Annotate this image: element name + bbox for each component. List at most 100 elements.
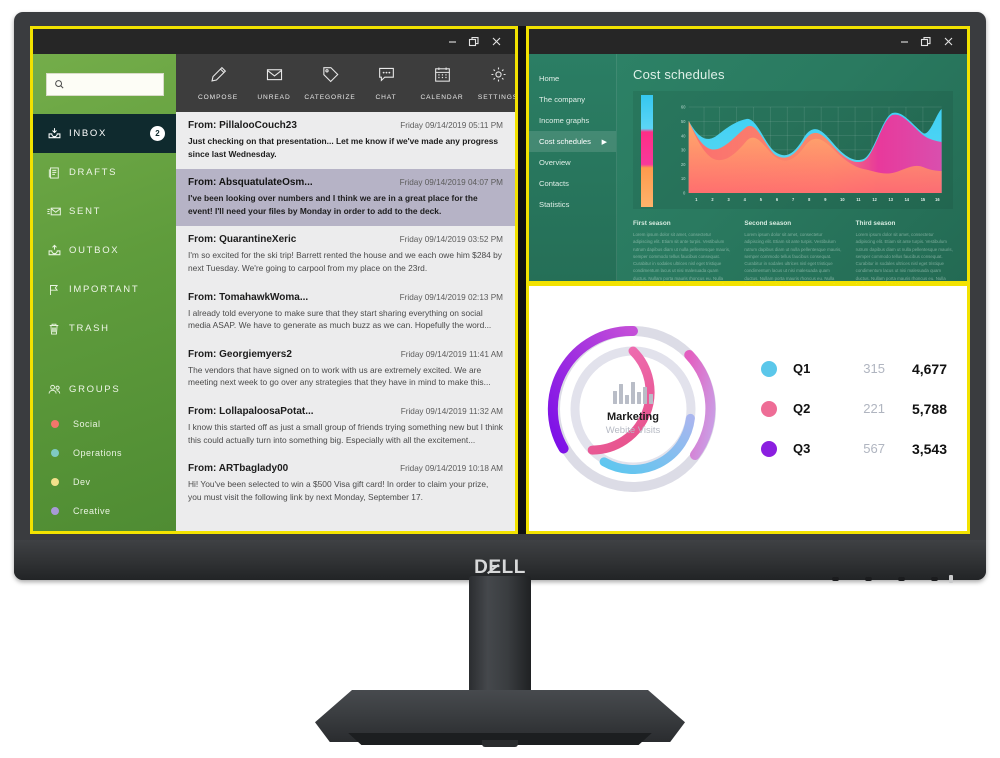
monitor-osd-buttons[interactable]: [832, 577, 938, 581]
svg-text:10: 10: [681, 176, 686, 181]
dash-nav-contacts[interactable]: Contacts: [529, 173, 616, 194]
email-list-item[interactable]: From: LollapaloosaPotat... Friday 09/14/…: [176, 398, 515, 455]
group-item-social[interactable]: Social: [33, 409, 176, 438]
toolbar-label: CATEGORIZE: [304, 94, 356, 101]
legend-label: Q3: [793, 441, 811, 456]
toolbar-button-compose[interactable]: COMPOSE: [190, 65, 246, 101]
search-input[interactable]: [68, 79, 161, 89]
email-timestamp: Friday 09/14/2019 05:11 PM: [400, 121, 503, 130]
restore-icon[interactable]: [463, 33, 485, 51]
sidebar-item-inbox[interactable]: INBOX 2: [33, 114, 176, 153]
dash-nav-the-company[interactable]: The company: [529, 89, 616, 110]
toolbar-button-settings[interactable]: SETTINGS: [470, 65, 515, 101]
email-sender: From: AbsquatulateOsm...: [188, 177, 313, 189]
group-item-label: Social: [73, 418, 101, 429]
email-list-item[interactable]: From: PillalooCouch23 Friday 09/14/2019 …: [176, 112, 515, 169]
email-timestamp: Friday 09/14/2019 03:52 PM: [399, 235, 503, 245]
svg-text:15: 15: [921, 197, 926, 202]
svg-text:10: 10: [840, 197, 845, 202]
dash-nav-cost-schedules[interactable]: Cost schedules ▶: [529, 131, 616, 152]
email-list[interactable]: From: PillalooCouch23 Friday 09/14/2019 …: [176, 112, 515, 531]
restore-icon[interactable]: [915, 33, 937, 51]
svg-text:16: 16: [935, 197, 940, 202]
minimize-icon[interactable]: [893, 33, 915, 51]
donut-legend: Q1 315 4,677 Q2 221 5,788 Q3 567 3,543: [737, 349, 967, 469]
email-sender: From: LollapaloosaPotat...: [188, 406, 314, 418]
inbox-unread-badge: 2: [150, 126, 165, 141]
area-chart-card: 60 50 40 30 20 10 0 123 4 5 6 7 8 9 10 1…: [633, 91, 953, 209]
dash-nav-income-graphs[interactable]: Income graphs: [529, 110, 616, 131]
sidebar-search-area: [33, 54, 176, 114]
legend-color-dot: [761, 360, 777, 377]
search-box[interactable]: [45, 72, 164, 96]
email-header-row: From: TomahawkWoma... Friday 09/14/2019 …: [188, 292, 503, 303]
toolbar-button-unread[interactable]: UNREAD: [246, 65, 302, 101]
chevron-right-icon: ▶: [601, 138, 607, 146]
toolbar-button-calendar[interactable]: CALENDAR: [414, 65, 470, 101]
svg-text:5: 5: [760, 197, 763, 202]
donut-subtitle: Webite Visits: [605, 424, 661, 436]
email-list-item[interactable]: From: ARTbaglady00 Friday 09/14/2019 10:…: [176, 455, 515, 512]
sidebar-item-drafts[interactable]: DRAFTS: [33, 153, 176, 192]
osd-button-1[interactable]: [832, 577, 839, 581]
sidebar-item-groups[interactable]: GROUPS: [33, 370, 176, 409]
sent-icon: [47, 204, 69, 219]
toolbar-label: CALENDAR: [420, 94, 464, 101]
close-icon[interactable]: [485, 33, 507, 51]
donut-title: Marketing: [607, 410, 659, 423]
email-list-item[interactable]: From: AbsquatulateOsm... Friday 09/14/20…: [176, 169, 515, 227]
sidebar-item-important[interactable]: IMPORTANT: [33, 270, 176, 309]
sidebar-item-label: TRASH: [69, 323, 110, 334]
donut-chart-area: Marketing Webite Visits: [529, 314, 737, 504]
email-timestamp: Friday 09/14/2019 02:13 PM: [399, 292, 503, 302]
dash-nav-overview[interactable]: Overview: [529, 152, 616, 173]
minimize-icon[interactable]: [441, 33, 463, 51]
sidebar-item-label: INBOX: [69, 128, 108, 139]
email-header-row: From: QuarantineXeric Friday 09/14/2019 …: [188, 234, 503, 245]
svg-text:1: 1: [695, 197, 698, 202]
email-list-item[interactable]: From: Georgiemyers2 Friday 09/14/2019 11…: [176, 341, 515, 398]
area-chart-svg: 60 50 40 30 20 10 0 123 4 5 6 7 8 9 10 1…: [681, 104, 942, 202]
svg-text:3: 3: [728, 197, 731, 202]
group-item-dev[interactable]: Dev: [33, 467, 176, 496]
dash-nav-statistics[interactable]: Statistics: [529, 194, 616, 215]
sidebar-item-trash[interactable]: TRASH: [33, 309, 176, 348]
osd-button-2[interactable]: [865, 577, 872, 581]
group-item-operations[interactable]: Operations: [33, 438, 176, 467]
email-preview: Hi! You've been selected to win a $500 V…: [188, 479, 489, 502]
season-heading: Second season: [744, 220, 792, 227]
sidebar-item-outbox[interactable]: OUTBOX: [33, 231, 176, 270]
dash-nav-label: Home: [539, 74, 560, 83]
email-list-item[interactable]: From: QuarantineXeric Friday 09/14/2019 …: [176, 226, 515, 283]
toolbar-button-categorize[interactable]: CATEGORIZE: [302, 65, 358, 101]
svg-text:30: 30: [681, 147, 686, 152]
legend-label: Q2: [793, 401, 811, 416]
osd-button-3[interactable]: [898, 577, 905, 581]
svg-text:4: 4: [744, 197, 747, 202]
email-list-item[interactable]: From: TomahawkWoma... Friday 09/14/2019 …: [176, 284, 515, 341]
toolbar-button-chat[interactable]: CHAT: [358, 65, 414, 101]
close-icon[interactable]: [937, 33, 959, 51]
email-header-row: From: AbsquatulateOsm... Friday 09/14/20…: [188, 177, 503, 188]
inbox-icon: [47, 126, 69, 141]
flag-icon: [47, 283, 69, 297]
dash-nav-label: Income graphs: [539, 116, 590, 125]
legend-value-b: 5,788: [911, 400, 947, 417]
email-preview: Just checking on that presentation... Le…: [188, 136, 499, 159]
outbox-icon: [47, 243, 69, 258]
dash-nav-home[interactable]: Home: [529, 68, 616, 89]
email-preview: I'm so excited for the ski trip! Barrett…: [188, 250, 502, 274]
email-preview: I already told everyone to make sure tha…: [188, 307, 492, 331]
power-led-indicator[interactable]: [949, 575, 953, 583]
svg-text:50: 50: [681, 119, 686, 124]
svg-text:12: 12: [872, 197, 877, 202]
legend-row[interactable]: Q1 315 4,677: [761, 349, 967, 389]
donut-chart-window: Marketing Webite Visits Q1 315 4,677 Q2 …: [526, 284, 970, 534]
legend-value-a: 221: [863, 401, 885, 416]
season-heading: First season: [633, 220, 671, 227]
legend-row[interactable]: Q2 221 5,788: [761, 389, 967, 429]
osd-button-4[interactable]: [931, 577, 938, 581]
group-item-creative[interactable]: Creative: [33, 496, 176, 525]
sidebar-item-sent[interactable]: SENT: [33, 192, 176, 231]
legend-row[interactable]: Q3 567 3,543: [761, 429, 967, 469]
